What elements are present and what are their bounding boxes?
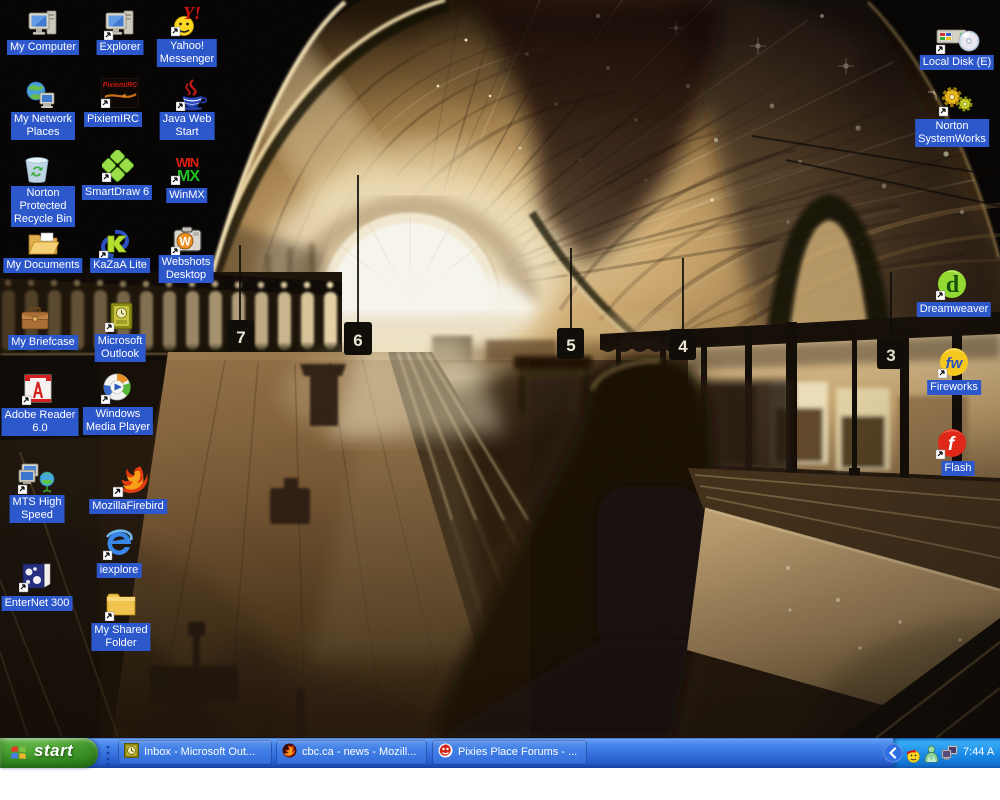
svg-text:d: d [946,272,960,298]
svg-text:fw: fw [946,355,964,372]
svg-text:Y!: Y! [183,4,201,23]
svg-text:PixiemIRC: PixiemIRC [103,82,139,89]
svg-text:W: W [179,235,191,249]
svg-text:MX: MX [177,168,200,185]
